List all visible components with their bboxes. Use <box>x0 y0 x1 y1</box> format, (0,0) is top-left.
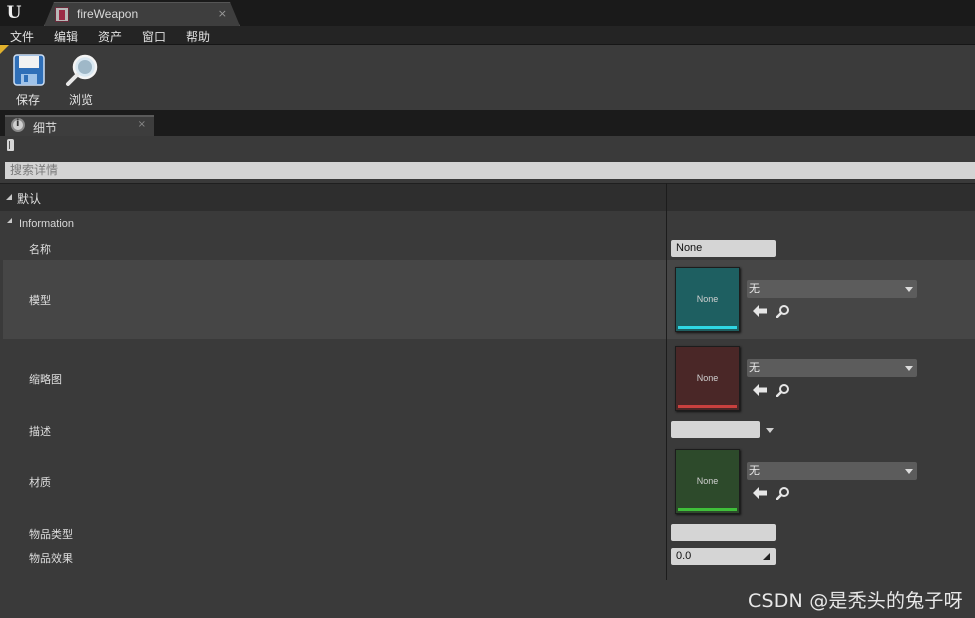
save-button[interactable]: 保存 <box>6 51 50 107</box>
item-type-field[interactable] <box>671 524 776 541</box>
material-thumb-text: None <box>696 476 719 486</box>
thumbnail-combo[interactable]: 无 <box>747 359 917 377</box>
menu-edit[interactable]: 编辑 <box>54 28 78 45</box>
menu-bar: 文件 编辑 资产 窗口 帮助 <box>0 26 975 45</box>
description-field[interactable] <box>671 421 760 438</box>
property-label-model: 模型 <box>29 294 51 307</box>
item-effect-field[interactable]: 0.0 <box>671 548 776 565</box>
use-selected-arrow-icon[interactable] <box>753 487 767 499</box>
lock-icon[interactable] <box>7 139 14 151</box>
model-thumb-text: None <box>696 294 719 304</box>
property-label-name: 名称 <box>29 243 51 256</box>
thumbnail-type-bar <box>678 405 737 408</box>
chevron-down-icon <box>905 287 913 292</box>
item-effect-value: 0.0 <box>676 550 692 562</box>
model-combo-value: 无 <box>749 282 760 295</box>
unreal-logo-icon[interactable]: U <box>4 3 24 23</box>
highlighted-row-background <box>3 260 975 339</box>
toolbar: 保存 浏览 <box>0 45 975 110</box>
drag-handle-icon[interactable] <box>763 553 770 560</box>
use-selected-arrow-icon[interactable] <box>753 384 767 396</box>
subcategory-label: Information <box>19 218 75 230</box>
model-combo[interactable]: 无 <box>747 280 917 298</box>
model-thumbnail[interactable]: None <box>675 267 740 332</box>
property-label-item-effect: 物品效果 <box>29 552 73 565</box>
subcategory-header[interactable]: Information <box>0 211 666 235</box>
document-tab[interactable]: fireWeapon × <box>44 2 240 26</box>
category-header[interactable]: 默认 <box>0 183 975 211</box>
panel-tab-strip: 细节 × <box>0 110 975 136</box>
menu-help[interactable]: 帮助 <box>186 28 210 45</box>
description-dropdown-icon[interactable] <box>766 428 774 433</box>
property-label-description: 描述 <box>29 425 51 438</box>
details-panel: 搜索详情 默认 Information 名称 None 模型 None 无 缩略… <box>0 136 975 618</box>
browse-asset-icon[interactable] <box>776 304 790 318</box>
expand-arrow-icon <box>7 218 12 223</box>
save-icon <box>13 54 45 86</box>
document-tab-title: fireWeapon <box>77 7 139 21</box>
material-combo-value: 无 <box>749 464 760 477</box>
material-type-bar <box>678 508 737 511</box>
thumbnail-thumb-text: None <box>696 373 719 383</box>
asset-icon <box>55 7 69 22</box>
magnifier-icon <box>66 54 98 86</box>
tab-details[interactable]: 细节 × <box>5 115 154 136</box>
column-divider[interactable] <box>666 183 667 580</box>
chevron-down-icon <box>905 366 913 371</box>
model-type-bar <box>678 326 737 329</box>
watermark: CSDN @是秃头的兔子呀 <box>748 590 963 612</box>
save-label: 保存 <box>15 93 40 107</box>
category-label: 默认 <box>17 192 42 206</box>
property-label-material: 材质 <box>29 476 51 489</box>
browse-label: 浏览 <box>68 93 93 107</box>
use-selected-arrow-icon[interactable] <box>753 305 767 317</box>
material-thumbnail[interactable]: None <box>675 449 740 514</box>
thumbnail-thumbnail[interactable]: None <box>675 346 740 411</box>
close-details-icon[interactable]: × <box>138 119 146 130</box>
expand-arrow-icon <box>6 194 12 200</box>
name-field[interactable]: None <box>671 240 776 257</box>
menu-window[interactable]: 窗口 <box>142 28 166 45</box>
thumbnail-combo-value: 无 <box>749 361 760 374</box>
menu-file[interactable]: 文件 <box>10 28 34 45</box>
material-combo[interactable]: 无 <box>747 462 917 480</box>
property-label-item-type: 物品类型 <box>29 528 73 541</box>
browse-button[interactable]: 浏览 <box>59 51 103 107</box>
browse-asset-icon[interactable] <box>776 383 790 397</box>
menu-asset[interactable]: 资产 <box>98 28 122 45</box>
chevron-down-icon <box>905 469 913 474</box>
browse-asset-icon[interactable] <box>776 486 790 500</box>
close-tab-icon[interactable]: × <box>218 7 227 20</box>
info-icon <box>11 118 25 132</box>
details-tab-label: 细节 <box>33 121 58 135</box>
property-label-thumbnail: 缩略图 <box>29 373 62 386</box>
search-input[interactable]: 搜索详情 <box>5 162 975 179</box>
title-bar: U fireWeapon × <box>0 0 975 26</box>
